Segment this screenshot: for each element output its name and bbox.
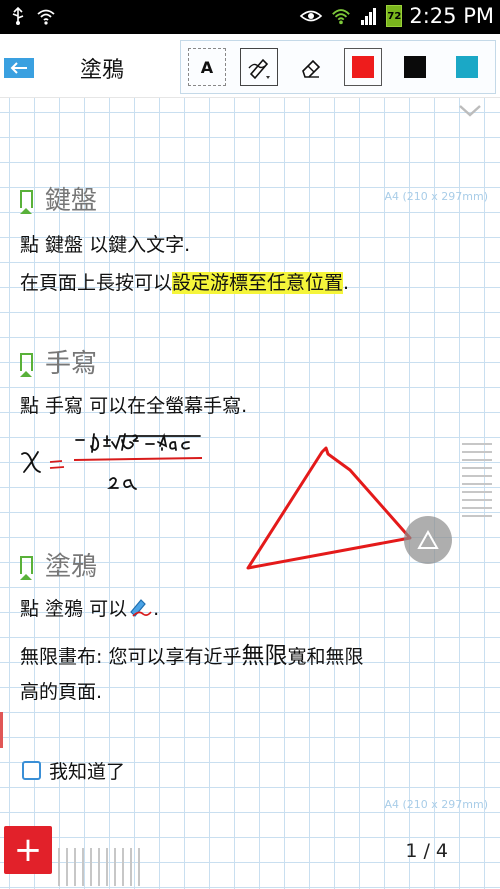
section-header-doodle: 塗鴉 xyxy=(20,546,97,583)
doodle-line-1-end: . xyxy=(153,598,160,620)
bookmark-icon xyxy=(20,555,33,580)
handwriting-line-1: 點 手寫 可以在全螢幕手寫. xyxy=(20,395,248,417)
got-it-label: 我知道了 xyxy=(49,761,126,783)
triangle-up-icon xyxy=(417,530,439,549)
scroll-handle[interactable] xyxy=(462,443,492,523)
eye-icon xyxy=(300,10,323,22)
keyboard-line-1: 點 鍵盤 以鍵入文字. xyxy=(20,234,191,256)
color-black-button[interactable] xyxy=(389,41,441,93)
pen-icon xyxy=(248,58,270,80)
top-toolbar: 塗鴉 A xyxy=(0,34,500,98)
floating-menu-button[interactable] xyxy=(404,516,452,564)
color-teal-button[interactable] xyxy=(441,41,493,93)
battery-icon: 72 xyxy=(386,5,403,27)
keyboard-line-2-text: 在頁面上長按可以 xyxy=(20,272,173,294)
doodle-line-2-a: 無限畫布: 您可以享有近乎 xyxy=(20,646,242,668)
back-arrow-icon xyxy=(10,62,27,74)
doodle-line-1-text: 點 塗鴉 可以 xyxy=(20,598,128,620)
doodle-line-1: 點 塗鴉 可以 . xyxy=(20,594,159,621)
usb-icon xyxy=(12,6,24,25)
bookmark-icon xyxy=(20,189,33,214)
eraser-tool-button[interactable] xyxy=(285,41,337,93)
keyboard-line-2: 在頁面上長按可以設定游標至任意位置. xyxy=(20,268,349,295)
tool-group: A xyxy=(180,40,496,94)
section-title-keyboard: 鍵盤 xyxy=(45,186,98,216)
wifi-signal-icon xyxy=(332,9,351,25)
page-indicator: 1 / 4 xyxy=(405,840,448,862)
black-swatch xyxy=(404,56,426,78)
section-title-handwriting: 手寫 xyxy=(45,349,98,379)
doodle-line-2: 無限畫布: 您可以享有近乎無限寬和無限 xyxy=(20,636,363,670)
teal-swatch xyxy=(456,56,478,78)
back-button[interactable] xyxy=(4,58,34,78)
doodle-line-2-b: 寬和無限 xyxy=(287,646,364,668)
bookmark-icon xyxy=(20,352,33,377)
doodle-line-2-big: 無限 xyxy=(241,643,288,669)
text-tool-button[interactable]: A xyxy=(181,41,233,93)
color-red-button[interactable] xyxy=(337,41,389,93)
status-bar: 72 2:25 PM xyxy=(0,0,500,34)
pencil-icon xyxy=(130,599,152,617)
keyboard-line-2-end: . xyxy=(343,272,350,294)
section-title-doodle: 塗鴉 xyxy=(45,552,98,582)
eraser-icon xyxy=(302,59,321,78)
paper-size-label: A4 (210 x 297mm) xyxy=(384,190,488,203)
red-swatch xyxy=(352,56,374,78)
drawn-triangle[interactable] xyxy=(240,440,440,580)
clock: 2:25 PM xyxy=(409,4,494,28)
page-title: 塗鴉 xyxy=(80,58,125,83)
text-tool-icon: A xyxy=(188,48,226,86)
pen-tool-button[interactable] xyxy=(233,41,285,93)
got-it-checkbox[interactable] xyxy=(22,761,41,780)
doodle-line-3: 高的頁面. xyxy=(20,681,103,703)
edge-marker xyxy=(0,712,3,748)
chevron-down-icon[interactable] xyxy=(458,104,482,118)
got-it-checkbox-row[interactable]: 我知道了 xyxy=(22,757,125,784)
handwritten-formula[interactable] xyxy=(18,432,208,502)
cell-signal-icon xyxy=(361,8,377,25)
wifi-icon xyxy=(37,9,55,25)
add-page-button[interactable]: + xyxy=(4,826,52,874)
highlighted-text: 設定游標至任意位置 xyxy=(172,272,344,294)
page-ruler xyxy=(58,848,140,886)
paper-size-label-bottom: A4 (210 x 297mm) xyxy=(384,798,488,811)
section-header-keyboard: 鍵盤 xyxy=(20,180,97,217)
section-header-handwriting: 手寫 xyxy=(20,343,97,380)
